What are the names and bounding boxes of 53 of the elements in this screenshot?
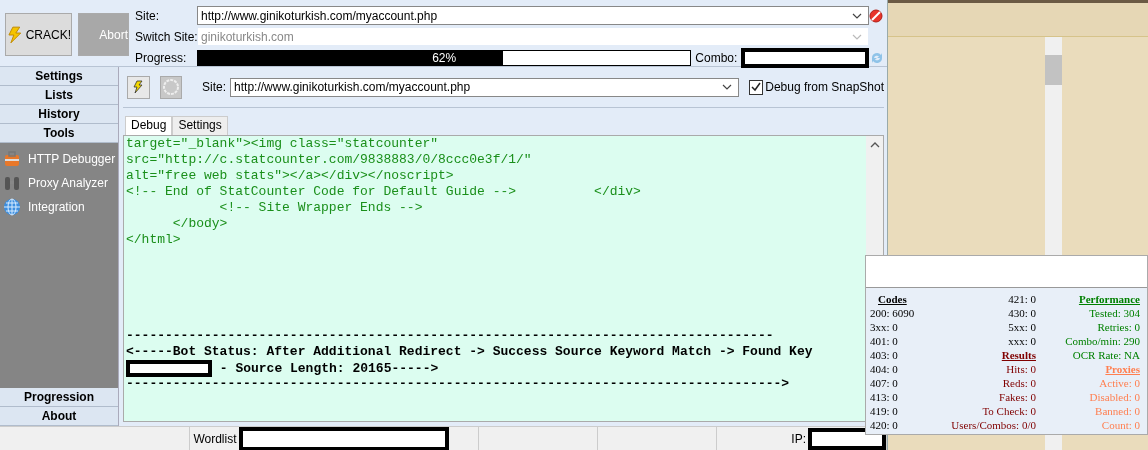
stats-value: 419: 0 xyxy=(870,404,898,418)
snapshot-label: Debug from SnapShot xyxy=(765,80,884,94)
stats-value: Reds: 0 xyxy=(1002,376,1036,390)
sidebar-item-label: Integration xyxy=(28,200,85,214)
stats-value: OCR Rate: NA xyxy=(1072,348,1140,362)
stats-value: Banned: 0 xyxy=(1095,404,1140,418)
stats-value: Tested: 304 xyxy=(1089,306,1140,320)
code-line: alt="free web stats"></a></div></noscript> xyxy=(126,168,454,183)
stats-value: Active: 0 xyxy=(1099,376,1140,390)
stats-heading: Results xyxy=(1001,348,1036,362)
stats-value: Users/Combos: 0/0 xyxy=(951,418,1036,432)
stats-value: To Check: 0 xyxy=(982,404,1036,418)
code-line: <!-- End of StatCounter Code for Default Guide --> </div> xyxy=(126,184,641,199)
stats-value: 3xx: 0 xyxy=(870,320,898,334)
status-line: - Source Length: 20165-----> xyxy=(218,360,439,376)
progress-label: Progress: xyxy=(135,51,188,65)
stats-value: Disabled: 0 xyxy=(1089,390,1140,404)
status-line: ----------------------------------------------------------------------------------- xyxy=(126,328,774,343)
stats-heading: Codes xyxy=(878,292,907,306)
status-line: <-----Bot Status: After Additional Redirect -> Success Source Keyword Match -> Found Key xyxy=(126,344,813,359)
ip-label: IP: xyxy=(791,431,806,446)
site-label: Site: xyxy=(135,8,160,23)
wordlist-label: Wordlist xyxy=(193,431,237,446)
stats-value: Retries: 0 xyxy=(1097,320,1140,334)
stats-value: Fakes: 0 xyxy=(999,390,1036,404)
stats-value: 430: 0 xyxy=(1008,306,1036,320)
stats-value: 200: 6090 xyxy=(870,306,915,320)
stats-value: xxx: 0 xyxy=(1008,334,1036,348)
stats-value: 401: 0 xyxy=(870,334,898,348)
stats-value: 403: 0 xyxy=(870,348,898,362)
code-line: <!-- Site Wrapper Ends --> xyxy=(218,200,423,215)
code-line: </html> xyxy=(126,232,181,247)
stats-value: Combo/min: 290 xyxy=(1065,334,1140,348)
site-label: Site: xyxy=(202,80,227,94)
switch-site-label: Switch Site: xyxy=(135,29,197,44)
stats-heading: Performance xyxy=(1078,292,1140,306)
stats-value: 407: 0 xyxy=(870,376,898,390)
code-line: </body> xyxy=(171,216,228,231)
stats-value: 421: 0 xyxy=(1008,292,1036,306)
sidebar-item-label: HTTP Debugger xyxy=(28,152,116,166)
stats-value: Count: 0 xyxy=(1101,418,1140,432)
stats-value: 5xx: 0 xyxy=(1008,320,1036,334)
code-line: target="_blank"><img class="statcounter" xyxy=(126,136,439,151)
stats-value: Hits: 0 xyxy=(1006,362,1036,376)
code-line: src="http://c.statcounter.com/9838883/0/8ccc0e3f/1/" xyxy=(126,152,532,167)
stats-value: 413: 0 xyxy=(870,390,898,404)
combo-label: Combo: xyxy=(695,51,738,65)
sidebar-item-label: Proxy Analyzer xyxy=(28,176,109,190)
progress-text: 62% xyxy=(431,51,458,65)
stats-value: 404: 0 xyxy=(870,362,898,376)
stats-heading: Proxies xyxy=(1105,362,1140,376)
stats-value: 420: 0 xyxy=(870,418,898,432)
status-line: ------------------------------------------------------------------------------------> xyxy=(126,376,790,391)
